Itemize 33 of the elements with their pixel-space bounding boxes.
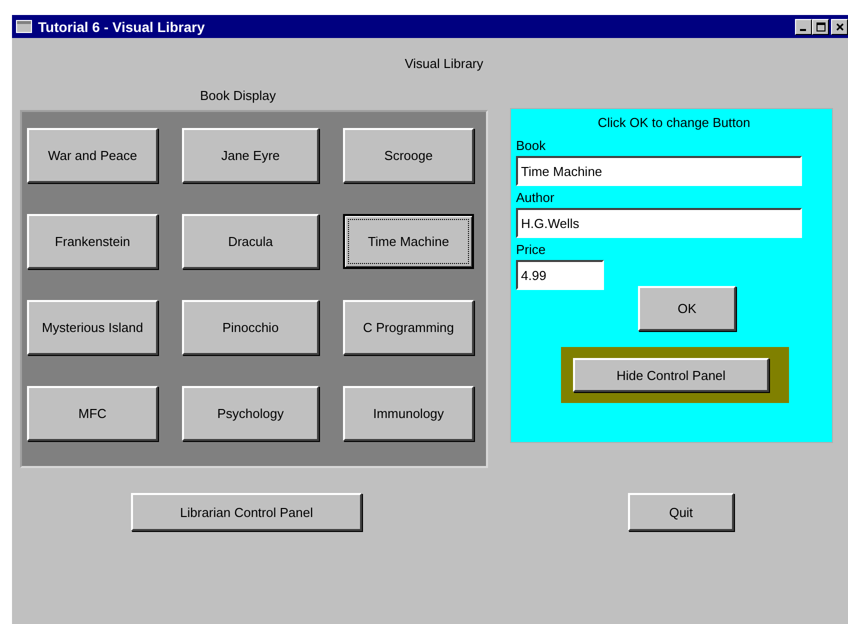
quit-button[interactable]: Quit (628, 493, 734, 531)
book-button[interactable]: Frankenstein (27, 214, 158, 269)
book-button[interactable]: Scrooge (343, 128, 474, 183)
window-icon (16, 20, 32, 33)
ok-button[interactable]: OK (638, 286, 736, 331)
section-label: Book Display (200, 88, 277, 105)
hide-panel-button[interactable]: Hide Control Panel (573, 358, 769, 392)
app-heading: Visual Library (404, 56, 484, 73)
book-button[interactable]: Jane Eyre (182, 128, 319, 183)
book-button[interactable]: War and Peace (27, 128, 158, 183)
instruction-text: Click OK to change Button (596, 115, 752, 130)
minimize-button[interactable] (795, 18, 812, 34)
librarian-panel-button[interactable]: Librarian Control Panel (131, 493, 362, 531)
close-button[interactable] (831, 18, 848, 34)
book-button[interactable]: Immunology (343, 386, 474, 441)
field-label: Author (516, 190, 556, 207)
close-icon (834, 22, 844, 32)
book-button[interactable]: Psychology (182, 386, 319, 441)
text-field[interactable]: 4.99 (516, 260, 604, 290)
book-button[interactable]: Dracula (182, 214, 319, 269)
book-button[interactable]: Mysterious Island (27, 300, 158, 355)
field-label: Price (516, 242, 547, 259)
book-button[interactable]: Pinocchio (182, 300, 319, 355)
maximize-icon (816, 22, 826, 32)
book-button[interactable]: MFC (27, 386, 158, 441)
field-label: Book (516, 138, 547, 155)
text-field[interactable]: H.G.Wells (516, 208, 802, 238)
book-button[interactable]: Time Machine (343, 214, 474, 269)
maximize-button[interactable] (812, 18, 829, 34)
text-field[interactable]: Time Machine (516, 156, 802, 186)
minimize-icon (800, 28, 806, 30)
window-title: Tutorial 6 - Visual Library (38, 18, 205, 34)
book-button[interactable]: C Programming (343, 300, 474, 355)
